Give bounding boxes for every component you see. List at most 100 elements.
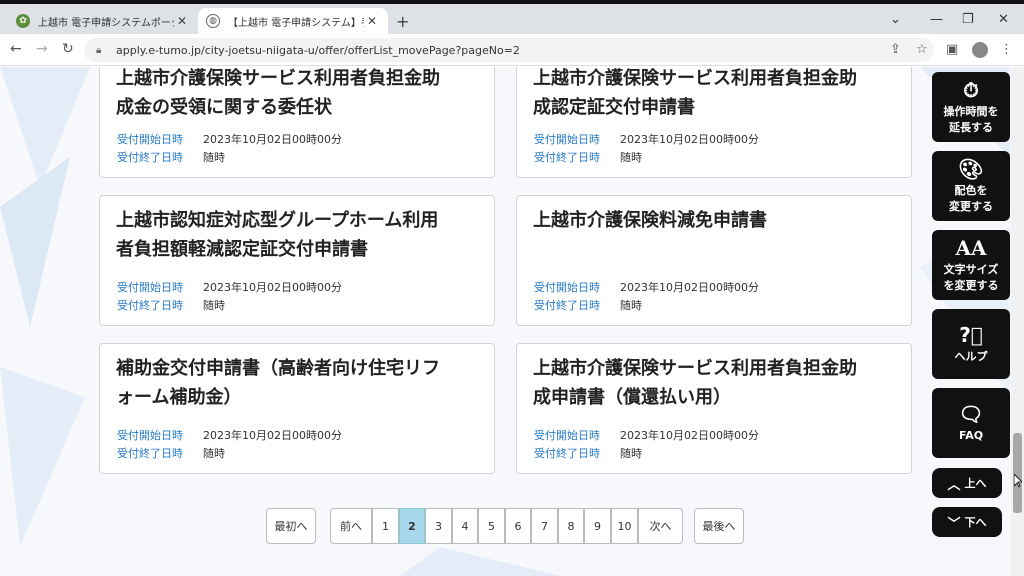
textsize-label-line2: を変更する (943, 279, 999, 292)
card-title[interactable]: 補助金交付申請書（高齢者向け住宅リフ ォーム補助金） (100, 354, 494, 412)
end-value: 随時 (620, 447, 642, 460)
end-label: 受付終了日時 (117, 151, 183, 164)
forward-icon[interactable]: → (36, 41, 48, 57)
chevron-up-icon: ︿ (947, 477, 961, 493)
chevron-down-icon: ﹀ (947, 516, 961, 532)
card-title[interactable]: 上越市介護保険サービス利用者負担金助 成申請書（償還払い用） (517, 354, 911, 412)
end-value: 随時 (620, 151, 642, 164)
share-icon[interactable]: ⇪ (890, 42, 901, 57)
textsize-label-line1: 文字サイズ (943, 263, 999, 276)
address-bar[interactable]: 🔒︎ apply.e-tumo.jp/city-joetsu-niigata-u… (84, 38, 934, 62)
next-page-button[interactable]: 次へ (638, 508, 683, 544)
restore-icon[interactable]: ❐ (962, 12, 974, 27)
faq-button[interactable]: 🗨︎ FAQ (932, 388, 1010, 458)
start-label: 受付開始日時 (534, 281, 600, 294)
scrollbar-thumb[interactable] (1013, 433, 1022, 513)
start-value: 2023年10月02日00時00分 (203, 281, 342, 294)
stopwatch-icon: ⏱ (963, 78, 979, 102)
pagination-last-group: 最後へ (694, 508, 744, 544)
pagination-first-group: 最初へ (266, 508, 316, 544)
end-row: 受付終了日時 随時 (117, 445, 225, 461)
city-logo-icon: ✿ (16, 14, 30, 28)
start-row: 受付開始日時 2023年10月02日00時00分 (534, 279, 759, 295)
close-tab-icon[interactable]: ✕ (174, 14, 190, 28)
help-button[interactable]: ?⃝ ヘルプ (932, 309, 1010, 379)
mouse-cursor-icon (1014, 474, 1022, 488)
start-value: 2023年10月02日00時00分 (620, 281, 759, 294)
tab-search-chevron-icon[interactable]: ⌄ (890, 12, 901, 27)
prev-page-button[interactable]: 前へ (330, 508, 372, 544)
form-card[interactable]: 上越市認知症対応型グループホーム利用 者負担額軽減認定証交付申請書 受付開始日時 … (99, 195, 495, 326)
card-title[interactable]: 上越市介護保険サービス利用者負担金助 成認定証交付申請書 (517, 67, 911, 122)
form-card[interactable]: 上越市介護保険サービス利用者負担金助 成認定証交付申請書 受付開始日時 2023年… (516, 67, 912, 178)
start-value: 2023年10月02日00時00分 (203, 429, 342, 442)
question-circle-icon: ?⃝ (959, 323, 983, 347)
color-label-line2: 変更する (949, 200, 993, 213)
color-scheme-button[interactable]: 🎨︎ 配色を 変更する (932, 151, 1010, 221)
extend-label-line1: 操作時間を (943, 105, 999, 118)
end-row: 受付終了日時 随時 (117, 297, 225, 313)
window-close-icon[interactable]: ✕ (998, 12, 1009, 27)
first-page-button[interactable]: 最初へ (266, 508, 316, 544)
reload-icon[interactable]: ↻ (62, 41, 74, 57)
start-label: 受付開始日時 (534, 133, 600, 146)
tab-bar: ✿ 上越市 電子申請システムポータルサイ ✕ ◍ 【上越市 電子申請システム】手… (0, 4, 1024, 34)
close-tab-icon[interactable]: ✕ (364, 14, 380, 28)
end-label: 受付終了日時 (534, 299, 600, 312)
tab-current[interactable]: ◍ 【上越市 電子申請システム】手続き ✕ (198, 8, 388, 34)
pagination: 前へ 1 2 3 4 5 6 7 8 9 10 次へ (330, 508, 683, 544)
extend-time-button[interactable]: ⏱ 操作時間を 延長する (932, 72, 1010, 142)
page-button[interactable]: 5 (478, 508, 505, 544)
page-button[interactable]: 6 (505, 508, 531, 544)
start-row: 受付開始日時 2023年10月02日00時00分 (117, 131, 342, 147)
end-value: 随時 (620, 299, 642, 312)
page-button[interactable]: 10 (611, 508, 638, 544)
card-title[interactable]: 上越市認知症対応型グループホーム利用 者負担額軽減認定証交付申請書 (100, 206, 494, 264)
bookmark-star-icon[interactable]: ☆ (916, 42, 928, 57)
start-value: 2023年10月02日00時00分 (203, 133, 342, 146)
palette-icon: 🎨︎ (958, 157, 984, 181)
end-value: 随時 (203, 299, 225, 312)
page-button-current[interactable]: 2 (399, 508, 425, 544)
toolbar: ← → ↻ 🔒︎ apply.e-tumo.jp/city-joetsu-nii… (0, 34, 1024, 66)
start-row: 受付開始日時 2023年10月02日00時00分 (534, 427, 759, 443)
page-button[interactable]: 3 (425, 508, 452, 544)
card-title[interactable]: 上越市介護保険料減免申請書 (517, 206, 911, 235)
color-label-line1: 配色を (954, 184, 988, 197)
down-label: 下へ (964, 516, 987, 529)
end-value: 随時 (203, 447, 225, 460)
form-card[interactable]: 上越市介護保険料減免申請書 受付開始日時 2023年10月02日00時00分 受… (516, 195, 912, 326)
side-panel-icon[interactable]: ▣ (946, 42, 958, 57)
minimize-icon[interactable]: — (930, 12, 943, 27)
text-size-button[interactable]: AA 文字サイズ を変更する (932, 230, 1010, 300)
start-row: 受付開始日時 2023年10月02日00時00分 (534, 131, 759, 147)
back-icon[interactable]: ← (10, 41, 22, 57)
extend-label-line2: 延長する (949, 121, 993, 134)
globe-icon: ◍ (206, 14, 220, 28)
scroll-up-button[interactable]: ︿ 上へ (932, 468, 1002, 498)
start-row: 受付開始日時 2023年10月02日00時00分 (117, 427, 342, 443)
chat-bubbles-icon: 🗨︎ (958, 402, 984, 426)
form-card[interactable]: 上越市介護保険サービス利用者負担金助 成金の受領に関する委任状 受付開始日時 20… (99, 67, 495, 178)
tab-portal[interactable]: ✿ 上越市 電子申請システムポータルサイ ✕ (8, 8, 198, 34)
page-button[interactable]: 1 (372, 508, 399, 544)
form-card[interactable]: 上越市介護保険サービス利用者負担金助 成申請書（償還払い用） 受付開始日時 202… (516, 343, 912, 474)
card-title[interactable]: 上越市介護保険サービス利用者負担金助 成金の受領に関する委任状 (100, 67, 494, 122)
new-tab-icon[interactable]: + (396, 12, 409, 31)
page-button[interactable]: 9 (584, 508, 611, 544)
end-label: 受付終了日時 (117, 447, 183, 460)
page-button[interactable]: 8 (558, 508, 584, 544)
last-page-button[interactable]: 最後へ (694, 508, 744, 544)
page-button[interactable]: 4 (452, 508, 478, 544)
start-label: 受付開始日時 (534, 429, 600, 442)
scroll-down-button[interactable]: ﹀ 下へ (932, 507, 1002, 537)
profile-avatar-icon[interactable] (972, 42, 988, 58)
tab-title: 上越市 電子申請システムポータルサイ (38, 17, 174, 29)
end-value: 随時 (203, 151, 225, 164)
start-row: 受付開始日時 2023年10月02日00時00分 (117, 279, 342, 295)
menu-kebab-icon[interactable]: ⋮ (1000, 42, 1013, 57)
end-row: 受付終了日時 随時 (534, 297, 642, 313)
page-button[interactable]: 7 (531, 508, 558, 544)
form-card[interactable]: 補助金交付申請書（高齢者向け住宅リフ ォーム補助金） 受付開始日時 2023年10… (99, 343, 495, 474)
text-size-icon: AA (955, 236, 987, 260)
